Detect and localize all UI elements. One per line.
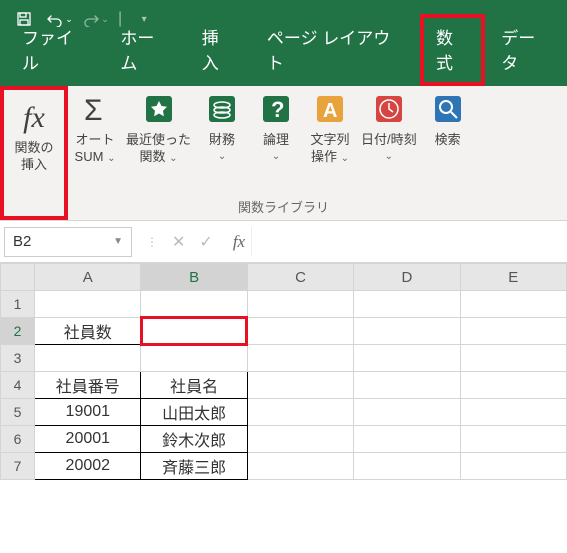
cell[interactable]: 斉藤三郎 xyxy=(141,453,247,480)
cell[interactable] xyxy=(354,372,460,399)
cell[interactable] xyxy=(354,426,460,453)
cell[interactable] xyxy=(247,426,353,453)
letter-a-icon: A xyxy=(313,90,347,128)
cell[interactable] xyxy=(141,291,247,318)
qat-separator: | xyxy=(118,10,122,28)
question-icon: ? xyxy=(259,90,293,128)
dd: ⌄ xyxy=(385,150,393,163)
dd: ⌄ xyxy=(272,150,280,163)
cell-a2[interactable]: 社員数 xyxy=(35,318,141,345)
row-header[interactable]: 1 xyxy=(1,291,35,318)
col-header-d[interactable]: D xyxy=(354,264,460,291)
cell[interactable] xyxy=(247,372,353,399)
cell-b2[interactable] xyxy=(141,318,247,345)
ribbon: fx 関数の 挿入 Σ オート SUM ⌄ 最近使った 関数 ⌄ 財務 ⌄ ? … xyxy=(0,86,567,221)
cell[interactable] xyxy=(247,399,353,426)
svg-text:Σ: Σ xyxy=(84,94,103,126)
cell[interactable] xyxy=(460,318,566,345)
autosum-l1: オート xyxy=(75,132,114,149)
row-header[interactable]: 3 xyxy=(1,345,35,372)
formula-input[interactable] xyxy=(251,227,563,256)
grid: A B C D E 1 2社員数 3 4社員番号社員名 519001山田太郎 6… xyxy=(0,263,567,480)
row-header[interactable]: 2 xyxy=(1,318,35,345)
insert-fn-label2: 挿入 xyxy=(21,157,47,174)
fx-icon: fx xyxy=(23,98,45,136)
col-header-a[interactable]: A xyxy=(35,264,141,291)
cell[interactable] xyxy=(354,399,460,426)
fx-icon[interactable]: fx xyxy=(227,232,251,252)
ribbon-tabs: ファイル ホーム 挿入 ページ レイアウト 数式 データ xyxy=(0,38,567,86)
cell[interactable] xyxy=(460,291,566,318)
cell[interactable]: 社員番号 xyxy=(35,372,141,399)
row-header[interactable]: 6 xyxy=(1,426,35,453)
row-header[interactable]: 4 xyxy=(1,372,35,399)
formula-bar: B2 ▼ ⋮ ✕ ✓ fx xyxy=(0,221,567,263)
text-l2: 操作 ⌄ xyxy=(311,149,349,166)
cell[interactable] xyxy=(247,318,353,345)
tab-pagelayout[interactable]: ページ レイアウト xyxy=(251,14,420,86)
cell[interactable] xyxy=(354,291,460,318)
dd: ⌄ xyxy=(218,150,226,163)
datetime-l: 日付/時刻 xyxy=(361,132,417,149)
svg-text:A: A xyxy=(323,100,337,122)
cell[interactable]: 鈴木次郎 xyxy=(141,426,247,453)
cell[interactable]: 山田太郎 xyxy=(141,399,247,426)
cell[interactable]: 20002 xyxy=(35,453,141,480)
cell[interactable] xyxy=(460,345,566,372)
star-icon xyxy=(142,90,176,128)
row-header[interactable]: 7 xyxy=(1,453,35,480)
text-l1: 文字列 xyxy=(311,132,350,149)
cell[interactable] xyxy=(354,345,460,372)
formula-bar-icons: ⋮ ✕ ✓ xyxy=(132,232,227,252)
coins-icon xyxy=(205,90,239,128)
autosum-l2: SUM ⌄ xyxy=(75,149,116,166)
cell[interactable] xyxy=(35,291,141,318)
confirm-icon[interactable]: ✓ xyxy=(199,232,212,252)
row-header[interactable]: 5 xyxy=(1,399,35,426)
search-icon xyxy=(431,90,465,128)
financial-l: 財務 xyxy=(209,132,235,149)
svg-text:?: ? xyxy=(271,97,284,122)
col-header-c[interactable]: C xyxy=(247,264,353,291)
col-header-e[interactable]: E xyxy=(460,264,566,291)
cell[interactable]: 社員名 xyxy=(141,372,247,399)
cell[interactable] xyxy=(460,399,566,426)
cancel-icon[interactable]: ✕ xyxy=(172,232,185,252)
recent-l1: 最近使った xyxy=(126,132,191,149)
cell[interactable] xyxy=(354,453,460,480)
tab-insert[interactable]: 挿入 xyxy=(186,14,251,86)
dots-icon: ⋮ xyxy=(146,235,158,249)
cell[interactable]: 19001 xyxy=(35,399,141,426)
cell[interactable] xyxy=(247,453,353,480)
tab-data[interactable]: データ xyxy=(485,14,567,86)
insert-fn-label1: 関数の xyxy=(14,140,53,157)
logical-l: 論理 xyxy=(263,132,289,149)
cell[interactable] xyxy=(354,318,460,345)
cell[interactable] xyxy=(460,372,566,399)
recent-l2: 関数 ⌄ xyxy=(139,149,177,166)
sigma-icon: Σ xyxy=(78,90,112,128)
cell[interactable]: 20001 xyxy=(35,426,141,453)
col-header-b[interactable]: B xyxy=(141,264,247,291)
name-box-value: B2 xyxy=(13,233,31,250)
cell[interactable] xyxy=(247,291,353,318)
cell[interactable] xyxy=(141,345,247,372)
cell[interactable] xyxy=(460,453,566,480)
redo-icon[interactable]: ⌄ xyxy=(82,5,110,33)
lookup-l: 検索 xyxy=(435,132,461,149)
customize-qat-icon[interactable]: ▾ xyxy=(130,5,158,33)
cell[interactable] xyxy=(35,345,141,372)
cell[interactable] xyxy=(247,345,353,372)
cell[interactable] xyxy=(460,426,566,453)
clock-icon xyxy=(372,90,406,128)
select-all-corner[interactable] xyxy=(1,264,35,291)
ribbon-group-label: 関数ライブラリ xyxy=(0,197,567,216)
chevron-down-icon: ▼ xyxy=(113,236,123,247)
name-box[interactable]: B2 ▼ xyxy=(4,227,132,257)
tab-formulas[interactable]: 数式 xyxy=(420,14,485,86)
